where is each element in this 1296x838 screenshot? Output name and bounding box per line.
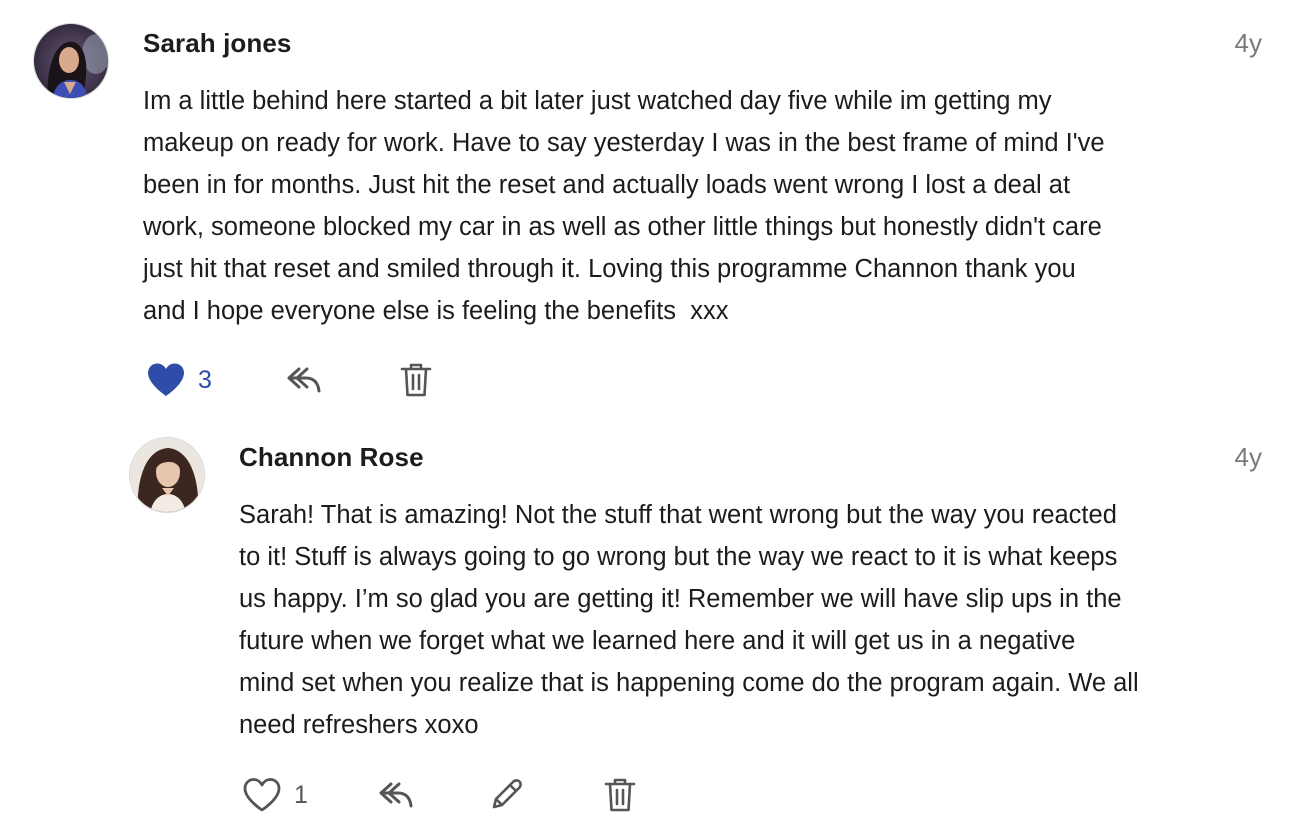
timestamp: 4y [1234,442,1262,472]
reply-icon [379,782,413,808]
comment-line: future when we forget what we learned he… [239,627,1076,655]
comment-line: just hit that reset and smiled through i… [143,255,1076,283]
comment-line: us happy. I’m so glad you are getting it… [239,585,1122,613]
comment-line: Sarah! That is amazing! Not the stuff th… [239,501,1117,529]
comment-line: been in for months. Just hit the reset a… [143,171,1071,199]
comment-line: mind set when you realize that is happen… [239,669,1139,697]
comment-body: Sarah! That is amazing! Not the stuff th… [239,494,1269,746]
edit-button[interactable] [488,773,524,817]
delete-button[interactable] [400,358,432,402]
like-button[interactable]: 1 [242,773,308,817]
avatar[interactable] [33,23,109,99]
reply-button[interactable] [378,773,414,817]
comment-actions: 3 [146,358,546,402]
author-name[interactable]: Channon Rose [239,442,424,473]
comment-line: and I hope everyone else is feeling the … [143,297,729,325]
comment-actions: 1 [242,773,662,817]
like-count: 3 [198,365,212,394]
avatar-photo [130,438,204,512]
reply-icon [287,367,321,393]
like-count: 1 [294,780,308,809]
pencil-icon [492,779,522,809]
delete-button[interactable] [604,773,636,817]
author-name[interactable]: Sarah jones [143,28,292,59]
avatar-photo [34,24,108,98]
heart-filled-icon [148,363,184,396]
comment-line: to it! Stuff is always going to go wrong… [239,543,1118,571]
comment-line: need refreshers xoxo [239,711,479,739]
like-button[interactable]: 3 [146,358,212,402]
avatar[interactable] [129,437,205,513]
comment-line: work, someone blocked my car in as well … [143,213,1102,241]
timestamp: 4y [1234,28,1262,58]
heart-outline-icon [243,778,281,812]
trash-icon [400,363,432,397]
reply-button[interactable] [286,358,322,402]
trash-icon [604,778,636,812]
comment-line: makeup on ready for work. Have to say ye… [143,129,1105,157]
comment-body: Im a little behind here started a bit la… [143,80,1263,332]
comment-line: Im a little behind here started a bit la… [143,87,1052,115]
